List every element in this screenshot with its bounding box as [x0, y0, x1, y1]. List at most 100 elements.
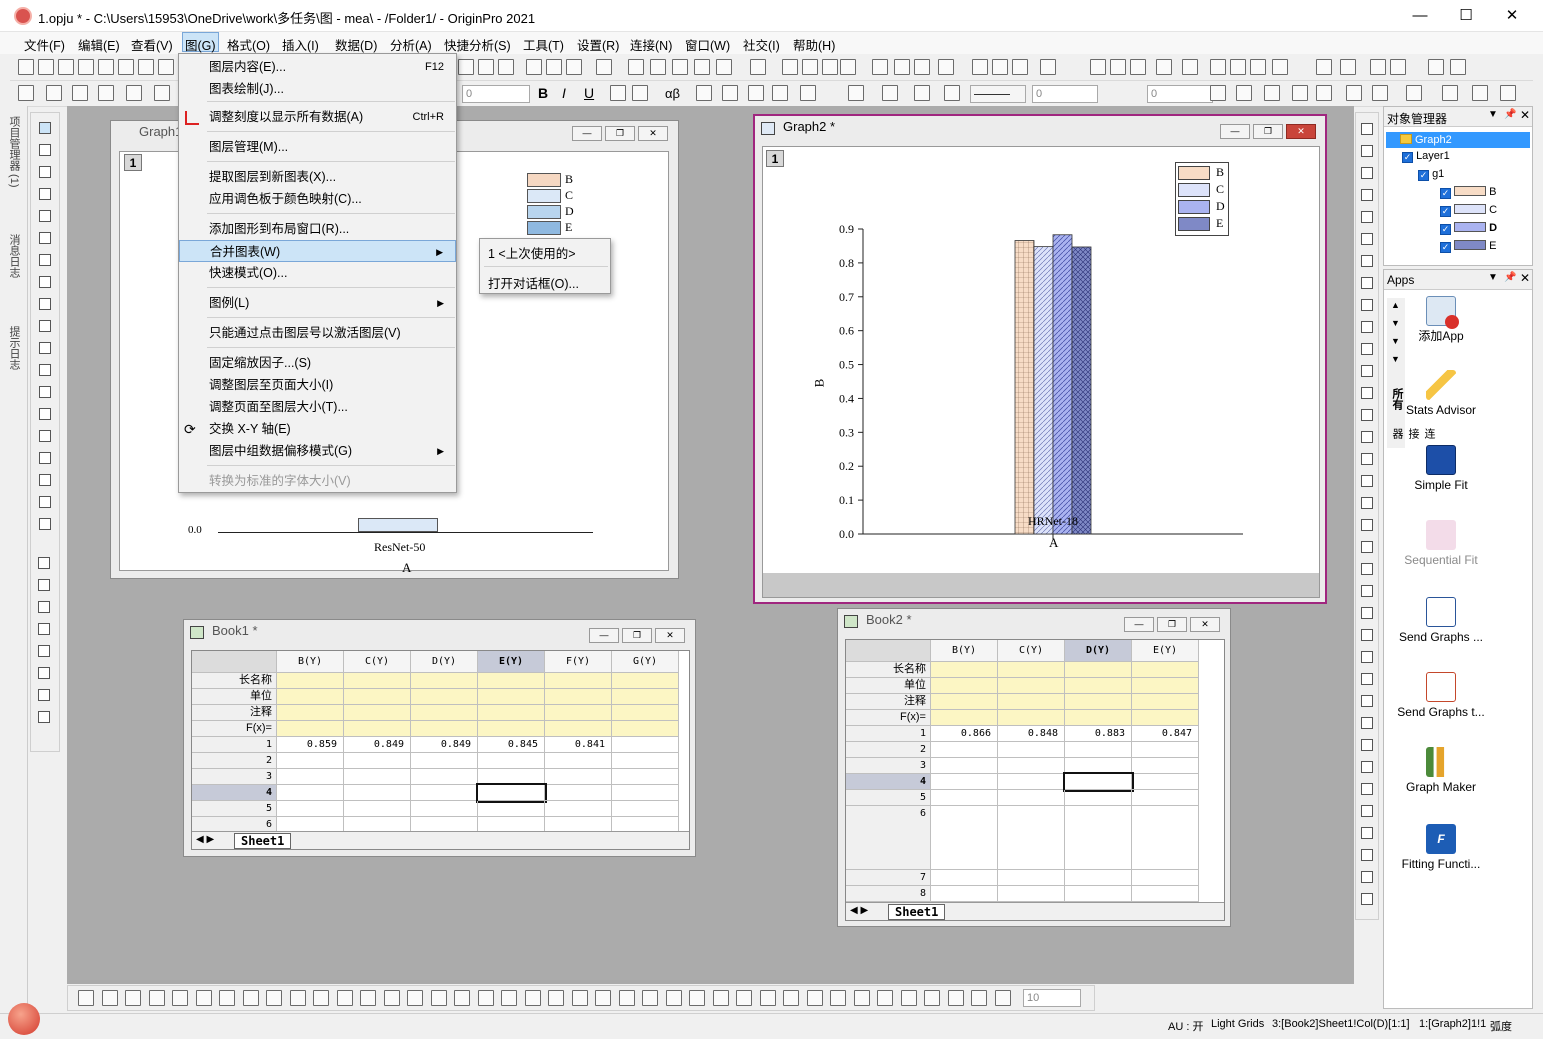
- plot-type-icon[interactable]: [853, 990, 870, 1006]
- plot-type-icon[interactable]: [125, 990, 141, 1006]
- table-cell[interactable]: [612, 801, 679, 817]
- header-cell[interactable]: [545, 689, 612, 705]
- table-cell[interactable]: [931, 774, 998, 790]
- row-number[interactable]: 3: [846, 758, 931, 774]
- header-row-label[interactable]: 注释: [192, 705, 277, 721]
- plot-type-icon[interactable]: [477, 990, 494, 1006]
- toolbar-icon[interactable]: [748, 85, 764, 101]
- layer-tool-icon[interactable]: [1357, 449, 1379, 471]
- header-row-label[interactable]: F(x)=: [846, 710, 931, 726]
- toolbar-icon[interactable]: [716, 59, 732, 75]
- toolbar-icon[interactable]: [628, 59, 644, 75]
- layer-tool-icon[interactable]: [1357, 647, 1379, 669]
- toolbar-icon[interactable]: [1210, 85, 1226, 101]
- table-cell[interactable]: [998, 742, 1065, 758]
- header-cell[interactable]: [1132, 678, 1199, 694]
- graph-menu-item-0[interactable]: 图层内容(E)... F12: [179, 56, 456, 78]
- toolbar-icon[interactable]: [1406, 85, 1422, 101]
- table-cell[interactable]: [1132, 886, 1199, 902]
- toolbar-icon[interactable]: [546, 59, 562, 75]
- plot-type-icon[interactable]: [924, 990, 940, 1006]
- column-header[interactable]: G(Y): [612, 651, 679, 673]
- app-add-app[interactable]: 添加App: [1396, 296, 1486, 345]
- layer-tool-icon[interactable]: [1357, 559, 1379, 581]
- graph-menu-item-14[interactable]: 交换 X-Y 轴(E): [179, 418, 456, 440]
- table-cell[interactable]: [476, 783, 547, 803]
- toolbar-icon[interactable]: [154, 85, 170, 101]
- header-row-label[interactable]: F(x)=: [192, 721, 277, 737]
- header-cell[interactable]: [344, 689, 411, 705]
- toolbar-icon[interactable]: [458, 59, 474, 75]
- plot-type-icon[interactable]: [900, 990, 917, 1006]
- table-cell[interactable]: [931, 886, 998, 902]
- table-cell[interactable]: [1065, 806, 1132, 870]
- toolbar-icon[interactable]: [848, 85, 864, 101]
- tool-icon[interactable]: [34, 337, 56, 359]
- tool-icon[interactable]: [34, 227, 56, 249]
- tool-icon[interactable]: [34, 315, 56, 337]
- table-cell[interactable]: [277, 753, 344, 769]
- tool-icon[interactable]: [34, 381, 56, 403]
- table-cell[interactable]: [1132, 774, 1199, 790]
- table-cell[interactable]: [411, 801, 478, 817]
- close-button[interactable]: ✕: [1489, 0, 1535, 31]
- menu-tools[interactable]: 工具(T): [523, 35, 564, 54]
- tool-icon[interactable]: [34, 553, 56, 575]
- header-cell[interactable]: [411, 689, 478, 705]
- toolbar-icon[interactable]: [1316, 59, 1332, 75]
- toolbar-icon[interactable]: [632, 85, 648, 101]
- plot-type-icon[interactable]: [947, 990, 964, 1006]
- app-stats-advisor[interactable]: Stats Advisor: [1396, 370, 1486, 419]
- plot-type-icon[interactable]: [759, 990, 776, 1006]
- toolbar-icon[interactable]: [526, 59, 542, 75]
- panel-dropdown-icon[interactable]: ▼: [1488, 272, 1498, 283]
- table-cell[interactable]: [411, 769, 478, 785]
- toolbar-icon[interactable]: [1250, 59, 1266, 75]
- graph2-close-button[interactable]: ✕: [1286, 124, 1316, 139]
- table-cell[interactable]: [1063, 772, 1134, 792]
- header-cell[interactable]: [931, 694, 998, 710]
- panel-pin-icon[interactable]: 📌: [1504, 272, 1516, 283]
- table-cell[interactable]: [545, 769, 612, 785]
- graph1-close-button[interactable]: ✕: [638, 126, 668, 141]
- layer-tool-icon[interactable]: [1357, 163, 1379, 185]
- table-cell[interactable]: [1132, 870, 1199, 886]
- header-cell[interactable]: [612, 689, 679, 705]
- app-sequential-fit[interactable]: Sequential Fit: [1396, 520, 1486, 569]
- layer-tool-icon[interactable]: [1357, 845, 1379, 867]
- book1-window[interactable]: Book1 * — ❐ ✕ B(Y) C(Y) D(Y) E(Y) F(Y) G(Y) 长名…: [183, 619, 696, 857]
- header-cell[interactable]: [478, 705, 545, 721]
- graph1-bar-group[interactable]: [358, 518, 438, 532]
- toolbar-icon[interactable]: [800, 85, 816, 101]
- table-cell[interactable]: [931, 790, 998, 806]
- toolbar-icon[interactable]: [98, 85, 114, 101]
- book1-restore-button[interactable]: ❐: [622, 628, 652, 643]
- header-cell[interactable]: [612, 673, 679, 689]
- plot-type-icon[interactable]: [101, 990, 118, 1006]
- header-cell[interactable]: [612, 705, 679, 721]
- book2-sheet-grid[interactable]: B(Y) C(Y) D(Y) E(Y) 长名称 单位 注释 F(x)= 1 0.866 0.848 0…: [845, 639, 1225, 921]
- plot-type-icon[interactable]: [78, 990, 94, 1006]
- row-number[interactable]: 1: [846, 726, 931, 742]
- toolbar-icon[interactable]: [992, 59, 1008, 75]
- toolbar-icon[interactable]: [782, 59, 798, 75]
- menu-data[interactable]: 数据(D): [335, 35, 377, 54]
- graph2-restore-button[interactable]: ❐: [1253, 124, 1283, 139]
- underline-button[interactable]: U: [584, 85, 594, 101]
- header-cell[interactable]: [411, 705, 478, 721]
- toolbar-icon[interactable]: [1210, 59, 1226, 75]
- plot-type-icon[interactable]: [360, 990, 376, 1006]
- layer-tool-icon[interactable]: [1357, 141, 1379, 163]
- plot-type-icon[interactable]: [148, 990, 165, 1006]
- plot-type-icon[interactable]: [665, 990, 682, 1006]
- tool-icon[interactable]: [34, 575, 56, 597]
- plot-type-icon[interactable]: [266, 990, 282, 1006]
- tree-node-graph2[interactable]: Graph2: [1386, 132, 1530, 148]
- toolbar-icon[interactable]: [722, 85, 738, 101]
- plot-type-icon[interactable]: [454, 990, 470, 1006]
- toolbar-icon[interactable]: [1236, 85, 1252, 101]
- plot-type-icon[interactable]: [548, 990, 564, 1006]
- table-cell[interactable]: 0.845: [478, 737, 545, 753]
- layer-tool-icon[interactable]: [1357, 405, 1379, 427]
- smart-hint-log-tab[interactable]: 提示日志: [6, 326, 22, 370]
